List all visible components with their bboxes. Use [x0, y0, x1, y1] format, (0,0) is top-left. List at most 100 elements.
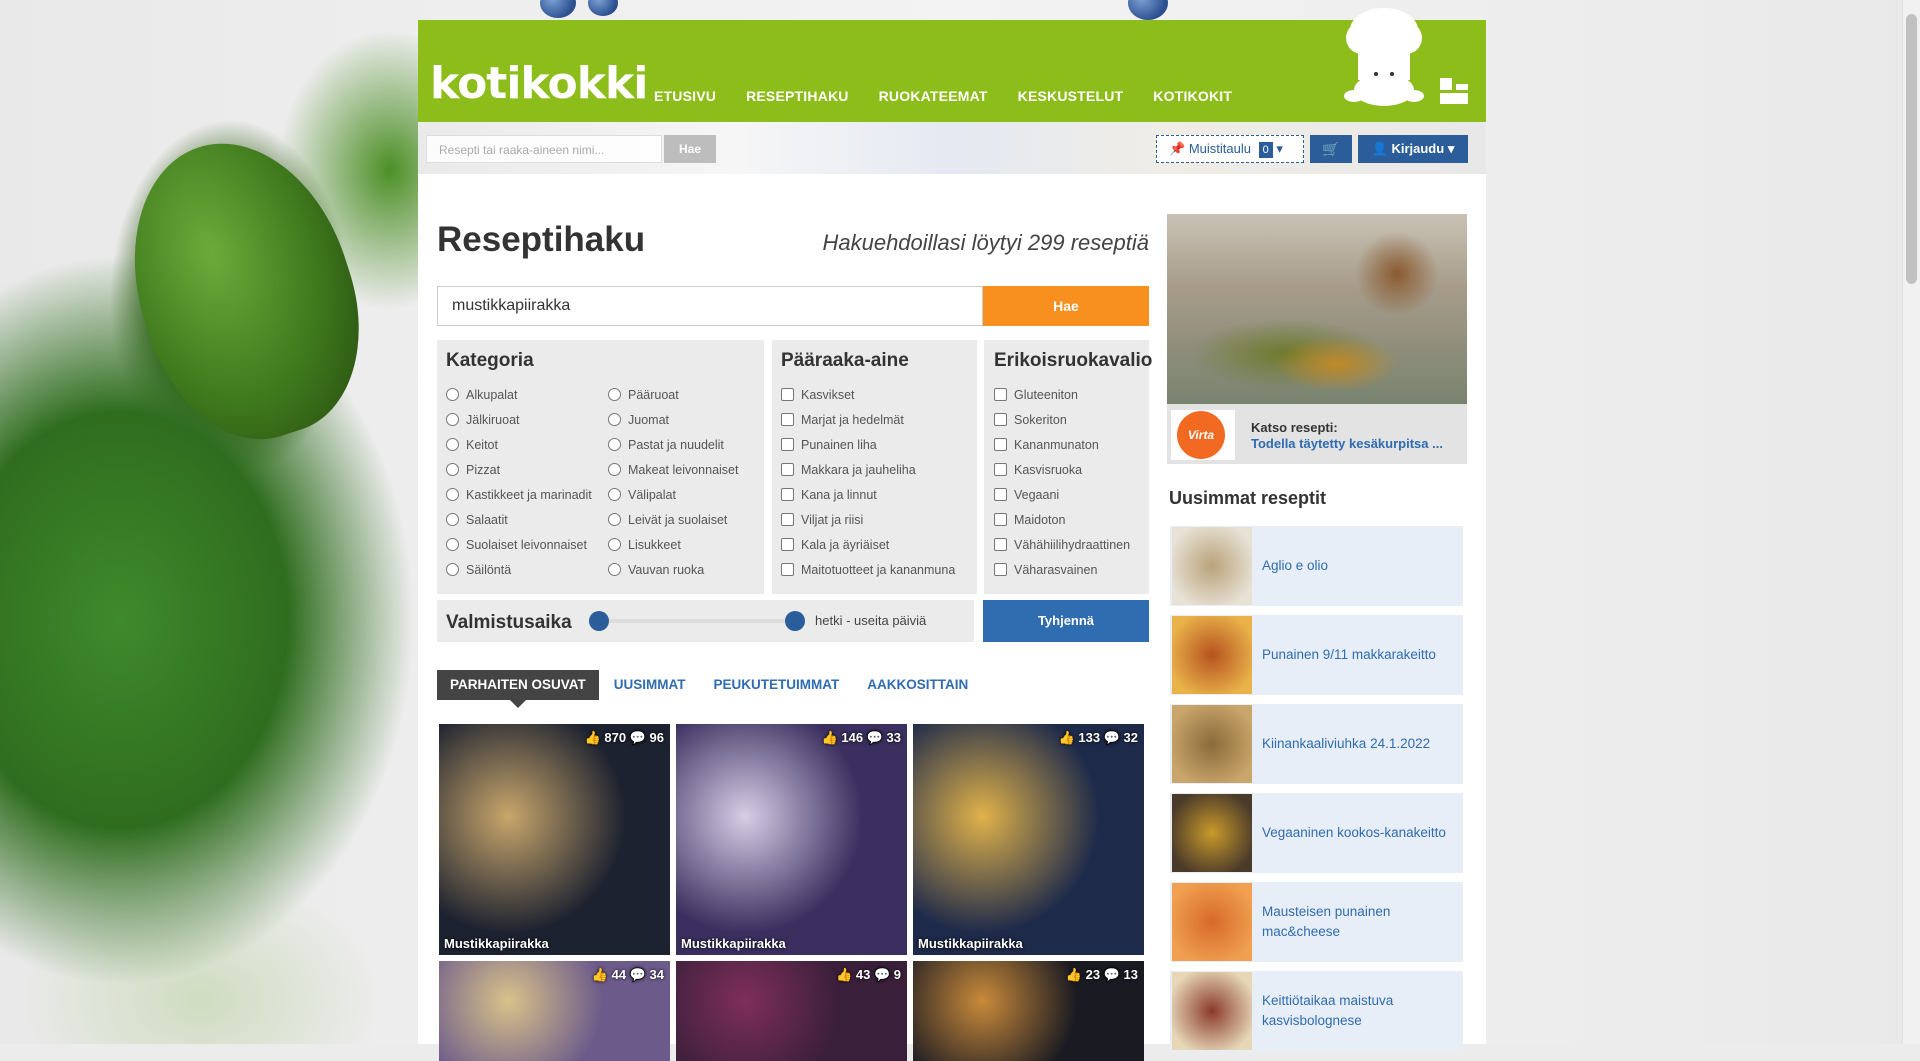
recipe-title[interactable]: Mustikkapiirakka: [444, 936, 549, 951]
nav-reseptihaku[interactable]: RESEPTIHAKU: [746, 88, 849, 104]
category-option[interactable]: Makeat leivonnaiset: [608, 457, 758, 482]
tab-alphabetical[interactable]: AAKKOSITTAIN: [854, 670, 981, 700]
recipe-card[interactable]: 👍 870 💬 96 Mustikkapiirakka: [439, 724, 670, 955]
login-button[interactable]: 👤 Kirjaudu ▾: [1358, 135, 1468, 163]
category-option[interactable]: Säilöntä: [446, 557, 608, 582]
checkbox[interactable]: [994, 413, 1007, 426]
special-diet-option[interactable]: Kasvisruoka: [994, 457, 1140, 482]
checkbox[interactable]: [781, 413, 794, 426]
category-option[interactable]: Jälkiruoat: [446, 407, 608, 432]
header-search-button[interactable]: Hae: [664, 135, 716, 163]
radio-button[interactable]: [446, 388, 459, 401]
category-option[interactable]: Keitot: [446, 432, 608, 457]
latest-recipe-item[interactable]: Keittiötaikaa maistuva kasvisbolognese: [1170, 971, 1463, 1051]
category-option[interactable]: Pääruoat: [608, 382, 758, 407]
site-logo[interactable]: kotikokki: [430, 58, 648, 109]
nav-etusivu[interactable]: ETUSIVU: [654, 88, 716, 104]
latest-recipe-title[interactable]: Keittiötaikaa maistuva kasvisbolognese: [1262, 971, 1457, 1051]
checkbox[interactable]: [781, 463, 794, 476]
recipe-search-button[interactable]: Hae: [983, 286, 1149, 326]
slider-max-handle[interactable]: [785, 611, 805, 631]
category-option[interactable]: Kastikkeet ja marinadit: [446, 482, 608, 507]
latest-recipe-title[interactable]: Vegaaninen kookos-kanakeitto: [1262, 793, 1457, 873]
radio-button[interactable]: [608, 538, 621, 551]
category-option[interactable]: Leivät ja suolaiset: [608, 507, 758, 532]
radio-button[interactable]: [608, 563, 621, 576]
recipe-card[interactable]: 👍 146 💬 33 Mustikkapiirakka: [676, 724, 907, 955]
nav-ruokateemat[interactable]: RUOKATEEMAT: [879, 88, 988, 104]
radio-button[interactable]: [446, 413, 459, 426]
radio-button[interactable]: [446, 463, 459, 476]
latest-recipe-title[interactable]: Mausteisen punainen mac&cheese: [1262, 882, 1457, 962]
tab-best-match[interactable]: PARHAITEN OSUVAT: [437, 670, 599, 708]
recipe-card[interactable]: 👍 43 💬 9: [676, 961, 907, 1061]
radio-button[interactable]: [446, 513, 459, 526]
main-ingredient-option[interactable]: Punainen liha: [781, 432, 968, 457]
checkbox[interactable]: [994, 463, 1007, 476]
latest-recipe-title[interactable]: Aglio e olio: [1262, 526, 1457, 606]
memo-board-button[interactable]: 📌 Muistitaulu 0 ▾: [1156, 135, 1304, 163]
radio-button[interactable]: [608, 438, 621, 451]
page-scrollbar[interactable]: [1902, 0, 1920, 1044]
category-option[interactable]: Vauvan ruoka: [608, 557, 758, 582]
category-option[interactable]: Pastat ja nuudelit: [608, 432, 758, 457]
latest-recipe-title[interactable]: Punainen 9/11 makkarakeitto: [1262, 615, 1457, 695]
latest-recipe-item[interactable]: Vegaaninen kookos-kanakeitto: [1170, 793, 1463, 873]
radio-button[interactable]: [608, 513, 621, 526]
checkbox[interactable]: [781, 388, 794, 401]
clear-filters-button[interactable]: Tyhjennä: [983, 600, 1149, 642]
header-search-input[interactable]: Resepti tai raaka-aineen nimi...: [426, 135, 662, 163]
checkbox[interactable]: [781, 563, 794, 576]
checkbox[interactable]: [781, 488, 794, 501]
checkbox[interactable]: [994, 513, 1007, 526]
special-diet-option[interactable]: Vegaani: [994, 482, 1140, 507]
sponsored-title[interactable]: Todella täytetty kesäkurpitsa ...: [1251, 436, 1459, 451]
category-option[interactable]: Alkupalat: [446, 382, 608, 407]
latest-recipe-item[interactable]: Aglio e olio: [1170, 526, 1463, 606]
radio-button[interactable]: [608, 463, 621, 476]
checkbox[interactable]: [994, 438, 1007, 451]
checkbox[interactable]: [994, 388, 1007, 401]
main-ingredient-option[interactable]: Kasvikset: [781, 382, 968, 407]
latest-recipe-item[interactable]: Punainen 9/11 makkarakeitto: [1170, 615, 1463, 695]
latest-recipe-item[interactable]: Mausteisen punainen mac&cheese: [1170, 882, 1463, 962]
special-diet-option[interactable]: Vähähiilihydraattinen: [994, 532, 1140, 557]
category-option[interactable]: Välipalat: [608, 482, 758, 507]
special-diet-option[interactable]: Gluteeniton: [994, 382, 1140, 407]
category-option[interactable]: Salaatit: [446, 507, 608, 532]
recipe-card[interactable]: 👍 133 💬 32 Mustikkapiirakka: [913, 724, 1144, 955]
radio-button[interactable]: [446, 488, 459, 501]
special-diet-option[interactable]: Kananmunaton: [994, 432, 1140, 457]
scrollbar-thumb[interactable]: [1906, 14, 1917, 284]
tab-newest[interactable]: UUSIMMAT: [601, 670, 699, 700]
main-ingredient-option[interactable]: Marjat ja hedelmät: [781, 407, 968, 432]
special-diet-option[interactable]: Sokeriton: [994, 407, 1140, 432]
recipe-card[interactable]: 👍 44 💬 34: [439, 961, 670, 1061]
recipe-search-input[interactable]: mustikkapiirakka: [437, 286, 983, 326]
recipe-card[interactable]: 👍 23 💬 13: [913, 961, 1144, 1061]
checkbox[interactable]: [781, 538, 794, 551]
sponsored-recipe[interactable]: Virta Katso resepti: Todella täytetty ke…: [1167, 214, 1467, 464]
recipe-title[interactable]: Mustikkapiirakka: [681, 936, 786, 951]
radio-button[interactable]: [446, 538, 459, 551]
cart-button[interactable]: 🛒: [1310, 135, 1352, 163]
recipe-title[interactable]: Mustikkapiirakka: [918, 936, 1023, 951]
radio-button[interactable]: [608, 388, 621, 401]
category-option[interactable]: Suolaiset leivonnaiset: [446, 532, 608, 557]
radio-button[interactable]: [446, 563, 459, 576]
main-ingredient-option[interactable]: Kala ja äyriäiset: [781, 532, 968, 557]
nav-keskustelut[interactable]: KESKUSTELUT: [1018, 88, 1124, 104]
checkbox[interactable]: [781, 513, 794, 526]
main-ingredient-option[interactable]: Viljat ja riisi: [781, 507, 968, 532]
main-ingredient-option[interactable]: Makkara ja jauheliha: [781, 457, 968, 482]
tab-most-liked[interactable]: PEUKUTETUIMMAT: [701, 670, 853, 700]
category-option[interactable]: Juomat: [608, 407, 758, 432]
radio-button[interactable]: [446, 438, 459, 451]
special-diet-option[interactable]: Maidoton: [994, 507, 1140, 532]
latest-recipe-title[interactable]: Kiinankaaliviuhka 24.1.2022: [1262, 704, 1457, 784]
checkbox[interactable]: [994, 538, 1007, 551]
slider-min-handle[interactable]: [589, 611, 609, 631]
checkbox[interactable]: [994, 488, 1007, 501]
radio-button[interactable]: [608, 413, 621, 426]
category-option[interactable]: Pizzat: [446, 457, 608, 482]
